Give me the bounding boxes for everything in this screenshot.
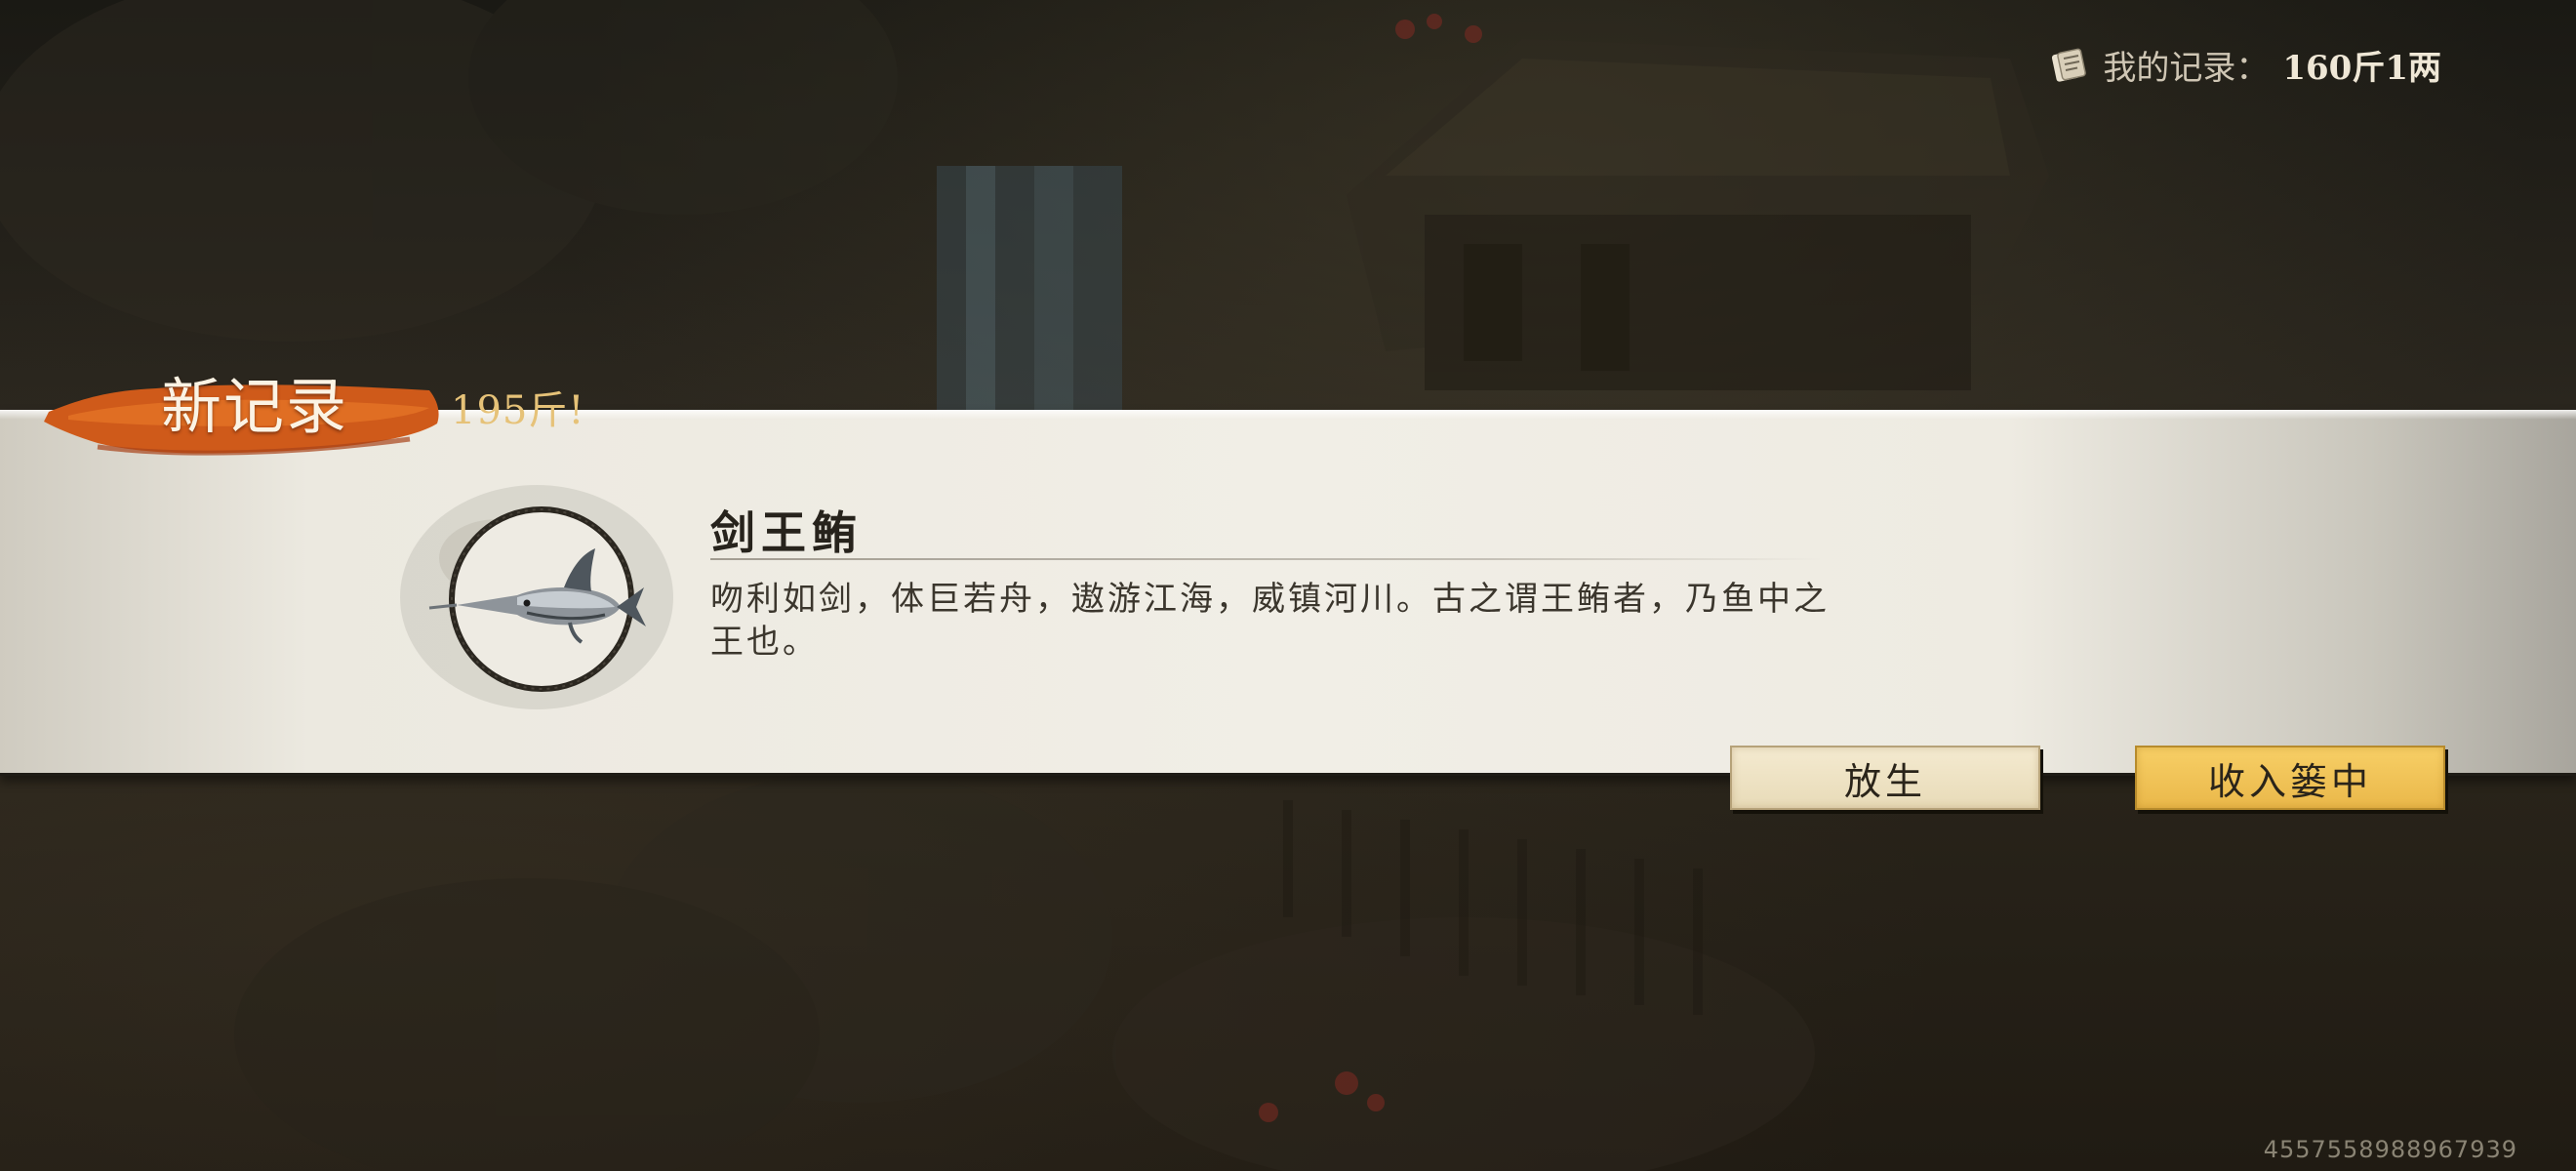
- my-record-value: 160斤1两: [2282, 49, 2441, 88]
- new-record-weight: 195斤!: [451, 388, 585, 433]
- fish-name: 剑王鲔: [710, 506, 863, 559]
- swordfish-icon: [400, 485, 673, 709]
- keep-in-basket-button[interactable]: 收入篓中: [2135, 746, 2445, 810]
- game-screen: 我的记录： 160斤1两 新记录 195斤! 剑王鲔 吻利如剑，体巨若舟，遨游江…: [0, 0, 2576, 1171]
- fish-description: 吻利如剑，体巨若舟，遨游江海，威镇河川。古之谓王鲔者，乃鱼中之王也。: [710, 580, 1830, 662]
- player-id: 4557558988967939: [2263, 1136, 2517, 1163]
- my-record-display: 我的记录： 160斤1两: [2048, 41, 2441, 89]
- my-record-label: 我的记录：: [2103, 49, 2270, 88]
- scroll-icon: [2048, 45, 2089, 86]
- new-record-label: 新记录: [161, 371, 349, 442]
- catch-result-banner: 新记录 195斤! 剑王鲔 吻利如剑，体巨若舟，遨游江海，威镇河川。古之谓王鲔者…: [0, 322, 2576, 779]
- divider: [710, 558, 1823, 560]
- release-button[interactable]: 放生: [1730, 746, 2040, 810]
- fish-portrait: [390, 470, 703, 724]
